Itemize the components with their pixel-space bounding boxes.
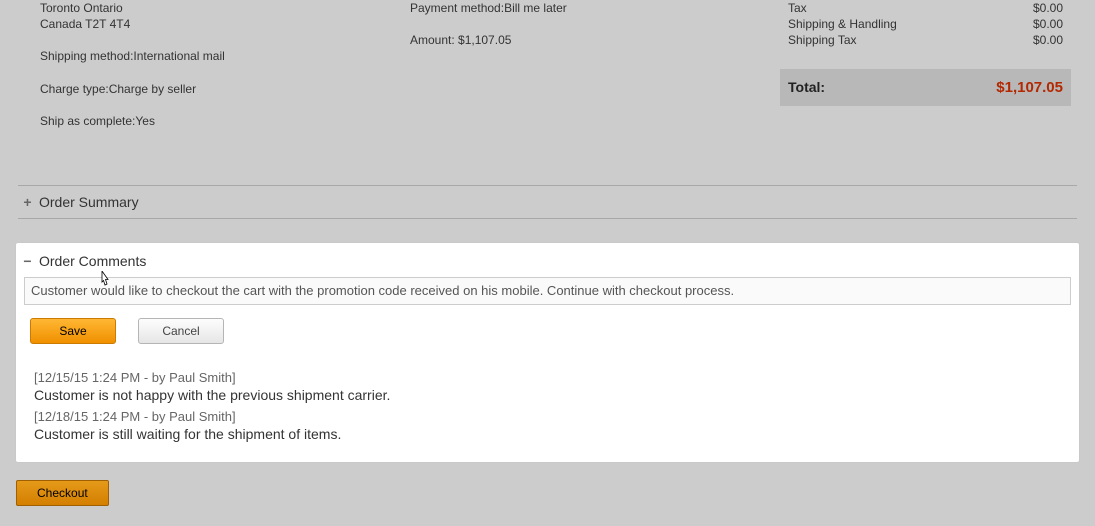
- comment-history: [12/15/15 1:24 PM - by Paul Smith] Custo…: [16, 344, 1079, 442]
- shipping-label: Shipping & Handling: [788, 16, 897, 32]
- shiptax-value: $0.00: [1033, 32, 1063, 48]
- tax-label: Tax: [788, 0, 807, 16]
- amount-label: Amount:: [410, 33, 458, 47]
- order-summary-title: Order Summary: [39, 194, 139, 210]
- totals-shipping: Shipping & Handling $0.00: [780, 16, 1071, 32]
- shiptax-label: Shipping Tax: [788, 32, 857, 48]
- shipping-method-value: International mail: [133, 49, 224, 63]
- comment-body: Customer is still waiting for the shipme…: [34, 426, 1061, 442]
- order-info-row: Toronto Ontario Canada T2T 4T4 Shipping …: [0, 0, 1095, 129]
- order-comments-header[interactable]: − Order Comments: [16, 249, 1079, 277]
- charge-type: Charge type:Charge by seller: [40, 81, 410, 97]
- amount-value: $1,107.05: [458, 33, 511, 47]
- total-value: $1,107.05: [996, 79, 1063, 96]
- amount: Amount: $1,107.05: [410, 32, 780, 48]
- charge-type-label: Charge type:: [40, 82, 109, 96]
- divider: [18, 218, 1077, 219]
- charge-type-value: Charge by seller: [109, 82, 196, 96]
- save-button[interactable]: Save: [30, 318, 116, 344]
- payment-method-value: Bill me later: [504, 1, 567, 15]
- plus-icon: +: [22, 196, 33, 207]
- ship-complete-value: Yes: [135, 114, 155, 128]
- totals-tax: Tax $0.00: [780, 0, 1071, 16]
- tax-value: $0.00: [1033, 0, 1063, 16]
- address-line-2: Canada T2T 4T4: [40, 16, 410, 32]
- minus-icon: −: [22, 255, 33, 266]
- order-summary-header[interactable]: + Order Summary: [0, 186, 1095, 218]
- totals-shiptax: Shipping Tax $0.00: [780, 32, 1071, 48]
- order-comments-panel: − Order Comments Save Cancel [12/15/15 1…: [16, 243, 1079, 462]
- totals-final: Total: $1,107.05: [780, 69, 1071, 106]
- payment-column: Payment method:Bill me later Amount: $1,…: [410, 0, 780, 129]
- totals-column: Tax $0.00 Shipping & Handling $0.00 Ship…: [780, 0, 1071, 129]
- comment-meta: [12/15/15 1:24 PM - by Paul Smith]: [34, 370, 1061, 385]
- total-label: Total:: [788, 79, 825, 95]
- payment-method-label: Payment method:: [410, 1, 504, 15]
- order-comments-title: Order Comments: [39, 253, 146, 269]
- comment-meta: [12/18/15 1:24 PM - by Paul Smith]: [34, 409, 1061, 424]
- ship-complete: Ship as complete:Yes: [40, 113, 410, 129]
- checkout-button[interactable]: Checkout: [16, 480, 109, 506]
- ship-complete-label: Ship as complete:: [40, 114, 135, 128]
- cancel-button[interactable]: Cancel: [138, 318, 224, 344]
- shipping-method: Shipping method:International mail: [40, 48, 410, 64]
- shipping-value: $0.00: [1033, 16, 1063, 32]
- shipping-column: Toronto Ontario Canada T2T 4T4 Shipping …: [40, 0, 410, 129]
- comment-body: Customer is not happy with the previous …: [34, 387, 1061, 403]
- payment-method: Payment method:Bill me later: [410, 0, 780, 16]
- shipping-method-label: Shipping method:: [40, 49, 133, 63]
- comment-input[interactable]: [24, 277, 1071, 305]
- address-line-1: Toronto Ontario: [40, 0, 410, 16]
